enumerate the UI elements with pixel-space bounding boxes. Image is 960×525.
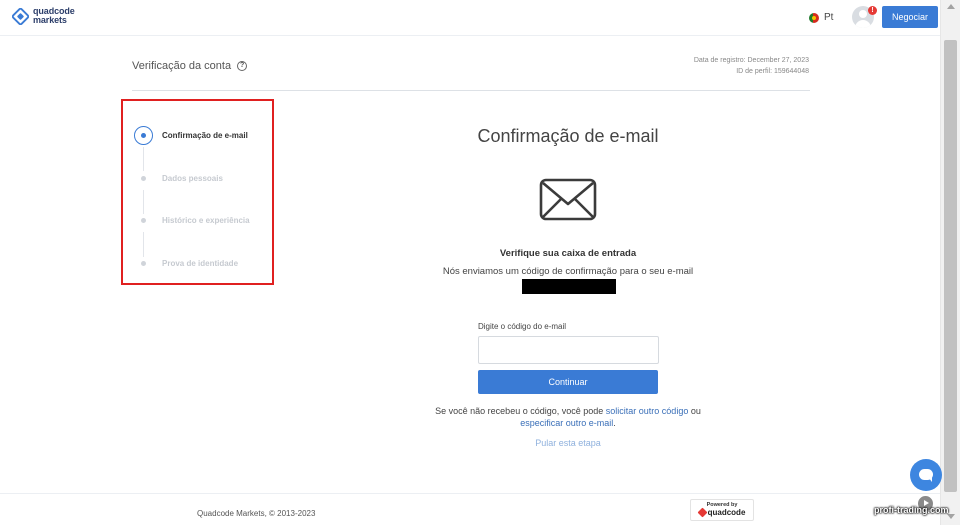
redacted-email bbox=[522, 279, 616, 294]
step-dot-icon bbox=[134, 254, 153, 273]
check-inbox-heading: Verifique sua caixa de entrada bbox=[499, 248, 637, 259]
step-label: Confirmação de e-mail bbox=[162, 131, 248, 140]
change-email-link[interactable]: especificar outro e-mail bbox=[520, 418, 613, 428]
skip-step-link[interactable]: Pular esta etapa bbox=[418, 438, 718, 448]
logo-text: quadcode markets bbox=[33, 6, 75, 25]
step-label: Dados pessoais bbox=[162, 174, 223, 183]
powered-by-badge[interactable]: Powered by quadcode bbox=[690, 499, 754, 521]
profile-id: ID de perfil: 159644048 bbox=[736, 68, 809, 75]
email-code-input[interactable] bbox=[478, 336, 659, 364]
header-divider bbox=[132, 90, 810, 91]
envelope-icon bbox=[539, 178, 597, 221]
quadcode-logo[interactable]: quadcode markets bbox=[12, 7, 75, 25]
top-bar: quadcode markets Pt ! Negociar bbox=[0, 0, 940, 36]
quadcode-mark-icon bbox=[697, 507, 708, 518]
step-label: Prova de identidade bbox=[162, 259, 239, 268]
scrollbar[interactable] bbox=[940, 0, 960, 525]
quadcode-logo-icon bbox=[12, 7, 29, 25]
language-label: Pt bbox=[824, 12, 834, 23]
portugal-flag-icon bbox=[809, 12, 819, 23]
scroll-thumb[interactable] bbox=[944, 40, 957, 492]
continue-button[interactable]: Continuar bbox=[478, 370, 658, 394]
registration-date: Data de registro: December 27, 2023 bbox=[693, 57, 809, 64]
step-dot-icon bbox=[134, 169, 153, 188]
verification-steps: Confirmação de e-mail Dados pessoais His… bbox=[121, 99, 274, 285]
email-confirmation-title: Confirmação de e-mail bbox=[477, 126, 659, 146]
account-meta: Data de registro: December 27, 2023 ID d… bbox=[694, 55, 809, 77]
resend-instructions: Se você não recebeu o código, você pode … bbox=[435, 406, 701, 428]
request-another-code-link[interactable]: solicitar outro código bbox=[606, 406, 689, 416]
scroll-up-arrow-icon[interactable] bbox=[947, 4, 955, 9]
copyright-text: Quadcode Markets, © 2013-2023 bbox=[197, 509, 316, 518]
footer: Quadcode Markets, © 2013-2023 Powered by… bbox=[0, 493, 940, 525]
help-icon[interactable]: ? bbox=[237, 61, 248, 71]
notification-badge[interactable]: ! bbox=[868, 6, 877, 15]
code-sent-text: Nós enviamos um código de confirmação pa… bbox=[442, 266, 694, 277]
step-personal-data[interactable]: Dados pessoais bbox=[134, 169, 223, 188]
chat-button[interactable] bbox=[910, 459, 942, 491]
code-field-label: Digite o código do e-mail bbox=[478, 322, 567, 331]
trade-button[interactable]: Negociar bbox=[882, 6, 938, 28]
page-title-row: Verificação da conta ? bbox=[132, 60, 248, 72]
step-email-confirmation[interactable]: Confirmação de e-mail bbox=[134, 126, 248, 145]
watermark: profi-trading.com bbox=[874, 505, 949, 515]
language-selector[interactable]: Pt bbox=[809, 12, 833, 23]
step-history-experience[interactable]: Histórico e experiência bbox=[134, 211, 250, 230]
step-identity-proof[interactable]: Prova de identidade bbox=[134, 254, 238, 273]
step-dot-icon bbox=[134, 211, 153, 230]
step-label: Histórico e experiência bbox=[162, 216, 250, 225]
step-connector bbox=[143, 147, 144, 171]
step-active-dot-icon bbox=[134, 126, 153, 145]
page-title: Verificação da conta bbox=[132, 60, 232, 72]
